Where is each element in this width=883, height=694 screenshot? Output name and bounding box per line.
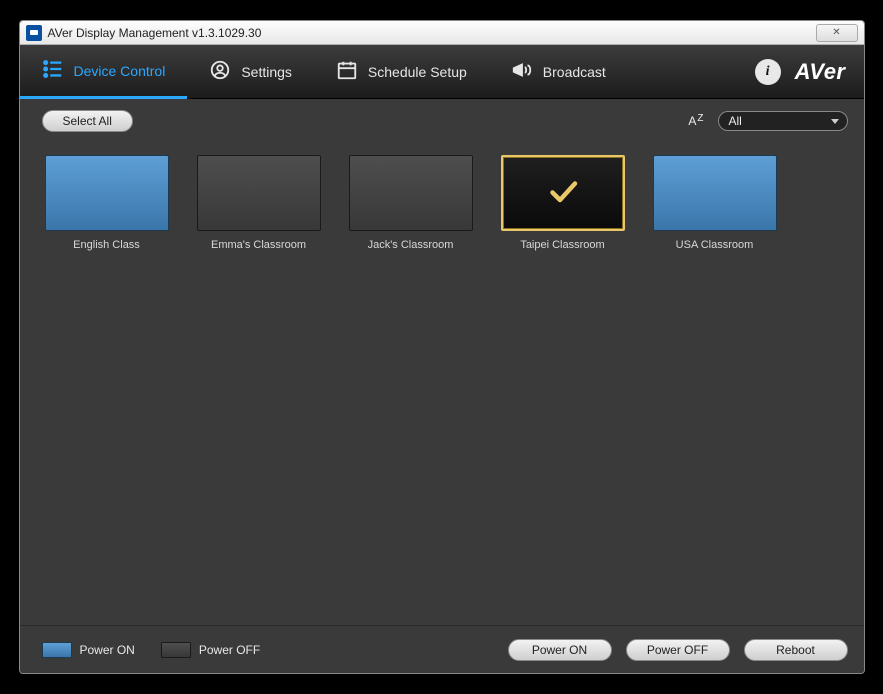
titlebar: AVer Display Management v1.3.1029.30 ✕ [20,21,864,45]
close-button[interactable]: ✕ [816,24,858,42]
device-label: English Class [73,239,140,251]
legend-off-label: Power OFF [199,643,260,657]
legend-on-label: Power ON [80,643,135,657]
tab-broadcast[interactable]: Broadcast [489,45,628,98]
device-label: Taipei Classroom [520,239,604,251]
sort-az-button[interactable]: AZ [688,114,703,128]
app-window: AVer Display Management v1.3.1029.30 ✕ D… [19,20,865,674]
device-item[interactable]: English Class [42,155,172,251]
device-item[interactable]: Jack's Classroom [346,155,476,251]
swatch-off-icon [161,642,191,658]
power-off-button[interactable]: Power OFF [626,639,730,661]
device-label: USA Classroom [676,239,754,251]
legend-power-on: Power ON [42,642,135,658]
tab-label: Settings [241,64,292,80]
swatch-on-icon [42,642,72,658]
brand-logo: AVer [795,59,846,85]
reboot-button[interactable]: Reboot [744,639,848,661]
device-item[interactable]: Emma's Classroom [194,155,324,251]
device-label: Jack's Classroom [368,239,454,251]
footer: Power ON Power OFF Power ON Power OFF Re… [20,625,864,673]
select-all-button[interactable]: Select All [42,110,133,132]
power-on-button[interactable]: Power ON [508,639,612,661]
tab-device-control[interactable]: Device Control [20,46,188,99]
top-nav: Device Control Settings Schedule Setup B… [20,45,864,99]
device-grid: English Class Emma's Classroom Jack's Cl… [20,143,864,625]
megaphone-icon [511,59,533,84]
app-icon [26,25,42,41]
device-item[interactable]: Taipei Classroom [498,155,628,251]
info-button[interactable]: i [755,59,781,85]
sort-letter-z: Z [697,113,703,124]
device-screen [349,155,473,231]
tab-schedule-setup[interactable]: Schedule Setup [314,45,489,98]
sort-letter-a: A [688,114,696,128]
device-screen [197,155,321,231]
window-title: AVer Display Management v1.3.1029.30 [48,26,816,40]
device-screen [45,155,169,231]
filter-dropdown[interactable]: All [718,111,848,131]
check-icon [545,173,581,214]
tab-label: Broadcast [543,64,606,80]
gear-user-icon [209,59,231,84]
tab-settings[interactable]: Settings [187,45,314,98]
tab-label: Device Control [74,63,166,79]
device-screen-selected [501,155,625,231]
device-item[interactable]: USA Classroom [650,155,780,251]
list-icon [42,58,64,83]
calendar-icon [336,59,358,84]
filter-selected-value: All [729,114,742,128]
device-label: Emma's Classroom [211,239,306,251]
toolbar: Select All AZ All [20,99,864,143]
legend-power-off: Power OFF [161,642,260,658]
device-screen [653,155,777,231]
tab-label: Schedule Setup [368,64,467,80]
